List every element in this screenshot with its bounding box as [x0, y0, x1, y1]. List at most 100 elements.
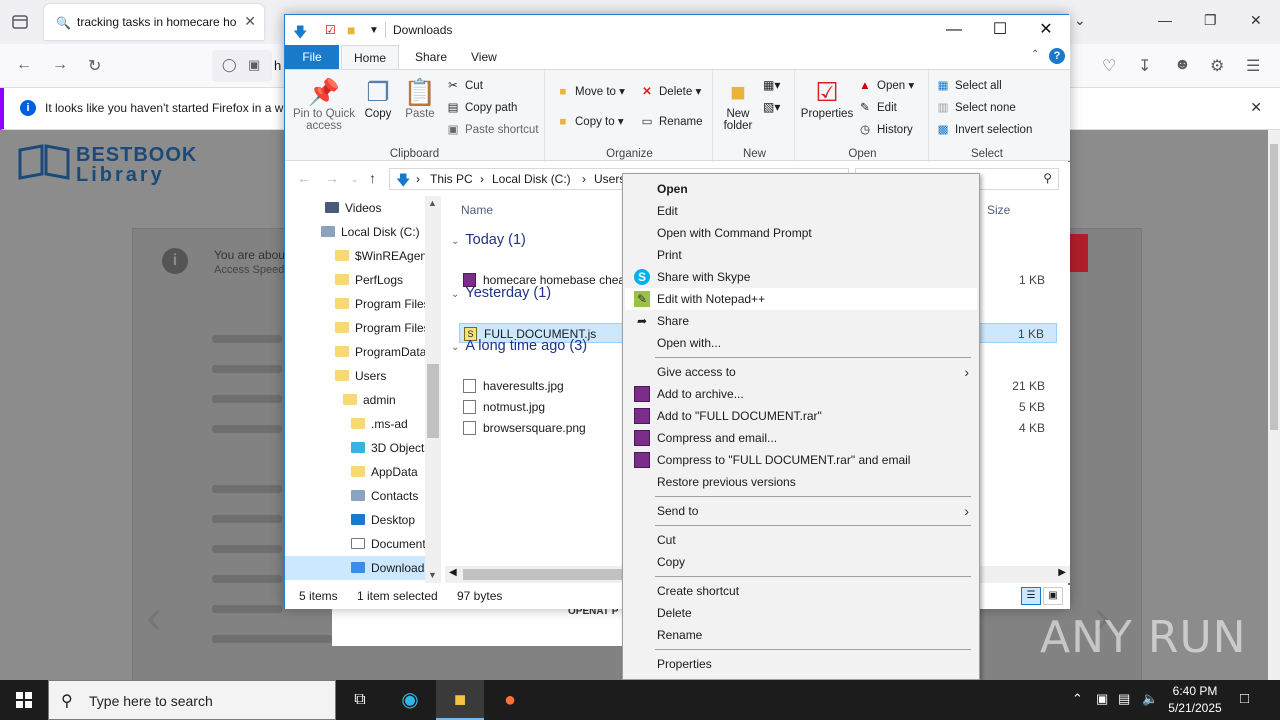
menu-item-compress-email[interactable]: Compress and email...	[625, 427, 977, 449]
menu-item-give-access[interactable]: Give access to ›	[625, 361, 977, 383]
up-icon[interactable]: ↑	[369, 170, 376, 186]
cut-button[interactable]: ✂ Cut	[445, 78, 483, 92]
minimize-button[interactable]: —	[1158, 12, 1172, 28]
close-notification-icon[interactable]: ✕	[1250, 99, 1262, 116]
clock[interactable]: 6:40 PM 5/21/2025	[1160, 683, 1230, 717]
new-folder-qa-icon[interactable]: ■	[347, 22, 355, 38]
scroll-up-icon[interactable]: ▲	[428, 198, 437, 208]
site-logo[interactable]: BESTBOOK Library	[16, 140, 196, 186]
group-yesterday[interactable]: ⌄ Yesterday (1)	[451, 285, 551, 301]
url-bar[interactable]: ◯ ▣ h	[212, 50, 281, 82]
menu-item-skype[interactable]: S Share with Skype	[625, 266, 977, 288]
edge-icon[interactable]: ◉	[386, 680, 434, 720]
menu-item-add-archive[interactable]: Add to archive...	[625, 383, 977, 405]
scroll-down-icon[interactable]: ▼	[428, 570, 437, 580]
scroll-right-icon[interactable]: ▶	[1058, 567, 1066, 578]
pocket-icon[interactable]: ♡	[1102, 56, 1116, 76]
nav-item[interactable]: Desktop	[285, 508, 425, 532]
paste-button[interactable]: 📋 Paste	[403, 76, 437, 120]
downloads-icon[interactable]: ↧	[1138, 56, 1151, 76]
menu-item-cut[interactable]: Cut	[625, 529, 977, 551]
copy-to-button[interactable]: ■ Copy to ▾	[555, 114, 624, 128]
nav-item[interactable]: 3D Objects	[285, 436, 425, 460]
close-button[interactable]: ✕	[1023, 15, 1069, 45]
extensions-icon[interactable]: ⚙	[1210, 56, 1224, 76]
nav-item[interactable]: Documents	[285, 532, 425, 556]
close-tab-icon[interactable]: ✕	[244, 13, 256, 30]
select-none-button[interactable]: ▥ Select none	[935, 100, 1016, 114]
properties-qa-icon[interactable]: ☑	[325, 23, 336, 37]
scrollbar-thumb[interactable]	[427, 364, 439, 438]
move-to-button[interactable]: ■ Move to ▾	[555, 84, 625, 98]
chevron-right-icon[interactable]: ›	[416, 172, 420, 186]
nav-item[interactable]: .ms-ad	[285, 412, 425, 436]
nav-item[interactable]: $WinREAgent	[285, 244, 425, 268]
network-icon[interactable]: ▤	[1118, 691, 1130, 707]
group-long-ago[interactable]: ⌄ A long time ago (3)	[451, 338, 587, 354]
tab-file[interactable]: File	[285, 45, 339, 69]
lock-icon[interactable]: ▣	[248, 57, 260, 73]
back-icon[interactable]: ←	[16, 56, 32, 74]
task-view-icon[interactable]: ⧉	[336, 680, 384, 720]
chevron-up-icon[interactable]: ⌃	[1072, 691, 1083, 707]
scrollbar-thumb[interactable]	[1270, 144, 1278, 430]
menu-item-add-rar[interactable]: Add to "FULL DOCUMENT.rar"	[625, 405, 977, 427]
group-today[interactable]: ⌄ Today (1)	[451, 232, 526, 248]
help-icon[interactable]: ?	[1049, 48, 1065, 64]
start-button[interactable]	[0, 680, 48, 720]
large-icons-view-icon[interactable]: ▣	[1043, 587, 1063, 605]
details-view-icon[interactable]: ☰	[1021, 587, 1041, 605]
rename-button[interactable]: ▭ Rename	[639, 114, 703, 128]
delete-button[interactable]: ✕ Delete ▾	[639, 84, 701, 98]
nav-item[interactable]: Local Disk (C:)	[285, 220, 425, 244]
nav-scrollbar[interactable]: ▲ ▼	[425, 196, 441, 583]
breadcrumb-users[interactable]: Users	[594, 172, 625, 186]
back-icon[interactable]: ←	[297, 170, 311, 186]
menu-item-print[interactable]: Print	[625, 244, 977, 266]
menu-item-open[interactable]: Open	[625, 178, 977, 200]
copy-path-button[interactable]: ▤ Copy path	[445, 100, 518, 114]
copy-button[interactable]: ❐ Copy	[361, 76, 395, 120]
chevron-right-icon[interactable]: ›	[480, 172, 484, 186]
nav-item[interactable]: Contacts	[285, 484, 425, 508]
menu-item-compress-rar-email[interactable]: Compress to "FULL DOCUMENT.rar" and emai…	[625, 449, 977, 471]
prev-page-icon[interactable]: ‹	[146, 590, 162, 645]
edit-button[interactable]: ✎ Edit	[857, 100, 897, 114]
nav-item[interactable]: Program Files	[285, 316, 425, 340]
column-name[interactable]: Name	[461, 203, 493, 217]
history-button[interactable]: ◷ History	[857, 122, 913, 136]
menu-item-rename[interactable]: Rename	[625, 624, 977, 646]
menu-item-create-shortcut[interactable]: Create shortcut	[625, 580, 977, 602]
properties-button[interactable]: ☑ Properties	[799, 76, 855, 120]
menu-icon[interactable]: ☰	[1246, 56, 1260, 76]
menu-item-send-to[interactable]: Send to ›	[625, 500, 977, 522]
account-icon[interactable]: ☻	[1174, 56, 1191, 74]
menu-item-properties[interactable]: Properties	[625, 653, 977, 675]
invert-selection-button[interactable]: ▩ Invert selection	[935, 122, 1033, 136]
easy-access-icon[interactable]: ▧▾	[763, 100, 780, 114]
nav-item[interactable]: Videos	[285, 196, 425, 220]
menu-item-edit[interactable]: Edit	[625, 200, 977, 222]
tab-list-icon[interactable]	[8, 10, 32, 34]
column-size[interactable]: Size	[987, 203, 1010, 217]
pin-quick-access-button[interactable]: 📌 Pin to Quick access	[289, 76, 359, 132]
device-icon[interactable]: ▣	[1096, 691, 1108, 707]
nav-item[interactable]: PerfLogs	[285, 268, 425, 292]
firefox-icon[interactable]: ●	[486, 680, 534, 720]
breadcrumb-this-pc[interactable]: This PC	[430, 172, 473, 186]
scrollbar-thumb[interactable]	[463, 569, 623, 580]
forward-icon[interactable]: →	[325, 170, 339, 186]
page-scrollbar[interactable]	[1268, 130, 1280, 680]
shield-icon[interactable]: ◯	[222, 57, 237, 73]
collapse-ribbon-icon[interactable]: ⌃	[1031, 49, 1039, 60]
restore-button[interactable]: ❐	[1204, 12, 1217, 29]
new-folder-button[interactable]: ■ New folder	[719, 76, 757, 132]
paste-shortcut-button[interactable]: ▣ Paste shortcut	[445, 122, 539, 136]
recent-locations-icon[interactable]: ⌄	[351, 174, 359, 185]
maximize-button[interactable]: ☐	[977, 15, 1023, 45]
menu-item-copy[interactable]: Copy	[625, 551, 977, 573]
menu-item-open-with[interactable]: Open with...	[625, 332, 977, 354]
browser-tab[interactable]: 🔍 tracking tasks in homecare hom ✕	[44, 4, 264, 40]
tab-share[interactable]: Share	[403, 45, 459, 69]
breadcrumb-local-disk[interactable]: Local Disk (C:)	[492, 172, 571, 186]
